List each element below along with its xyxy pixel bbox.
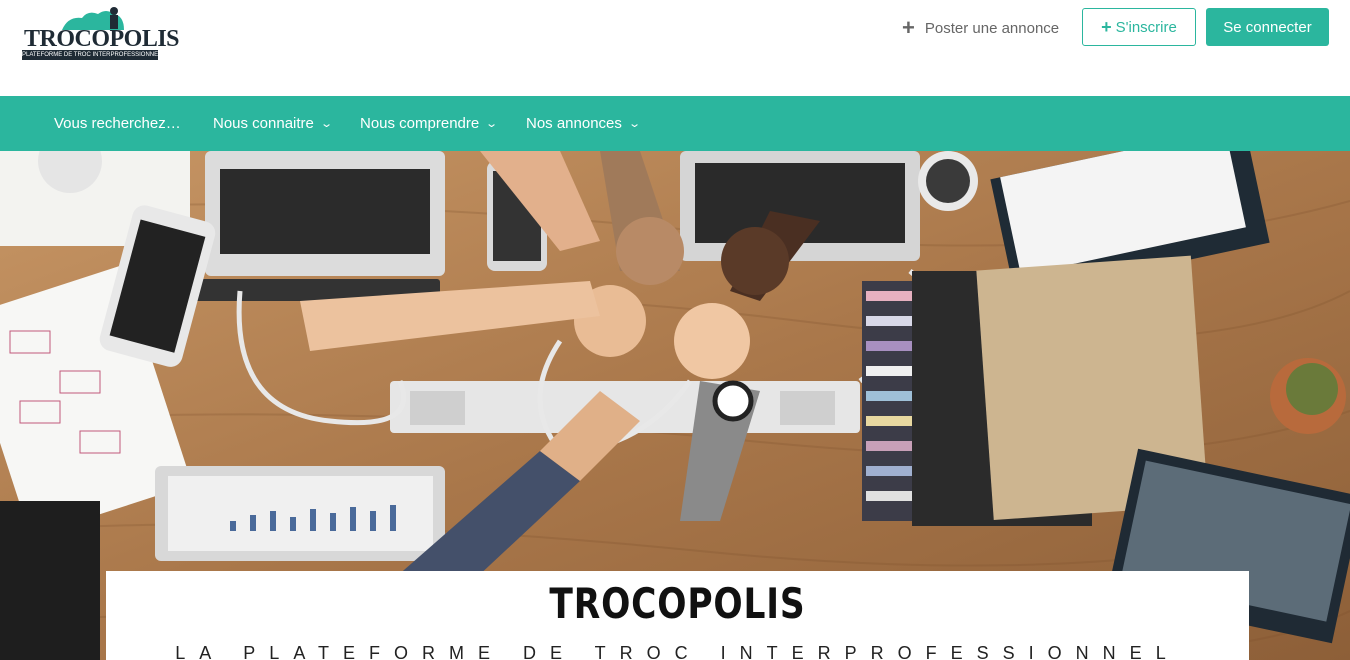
logo[interactable]: TROCOPOLIS PLATEFORME DE TROC INTERPROFE… (22, 6, 180, 60)
nav-item-nous-comprendre[interactable]: Nous comprendre ⌄ (360, 96, 499, 151)
chevron-down-icon: ⌄ (485, 118, 499, 130)
signup-button[interactable]: + S'inscrire (1082, 8, 1196, 46)
nav-item-vous-recherchez[interactable]: Vous recherchez… (54, 96, 181, 151)
nav-item-label: Nos annonces (526, 115, 622, 132)
plus-icon: + (902, 15, 915, 40)
signup-label: S'inscrire (1115, 18, 1177, 36)
hero-title: TROCOPOLIS (549, 579, 806, 628)
chevron-down-icon: ⌄ (628, 118, 641, 130)
plus-icon: + (1101, 16, 1112, 37)
chevron-down-icon: ⌄ (320, 118, 333, 130)
logo-title: TROCOPOLIS (24, 26, 180, 52)
nav-item-label: Vous recherchez… (54, 115, 181, 132)
hero-title-card: TROCOPOLIS LA PLATEFORME DE TROC INTERPR… (106, 571, 1249, 660)
login-label: Se connecter (1223, 18, 1312, 36)
main-nav: Vous recherchez… Nous connaitre ⌄ Nous c… (0, 96, 1350, 151)
nav-item-nos-annonces[interactable]: Nos annonces ⌄ (526, 96, 641, 151)
nav-item-label: Nous connaitre (213, 115, 314, 132)
post-ad-link[interactable]: + Poster une annonce (902, 16, 1059, 40)
logo-subtitle: PLATEFORME DE TROC INTERPROFESSIONNEL (22, 50, 158, 60)
post-ad-label: Poster une annonce (924, 19, 1060, 37)
nav-item-label: Nous comprendre (360, 115, 480, 132)
hero-subtitle: LA PLATEFORME DE TROC INTERPROFESSIONNEL (175, 643, 1180, 660)
header: TROCOPOLIS PLATEFORME DE TROC INTERPROFE… (0, 0, 1350, 96)
login-button[interactable]: Se connecter (1206, 8, 1329, 46)
nav-item-nous-connaitre[interactable]: Nous connaitre ⌄ (213, 96, 333, 151)
